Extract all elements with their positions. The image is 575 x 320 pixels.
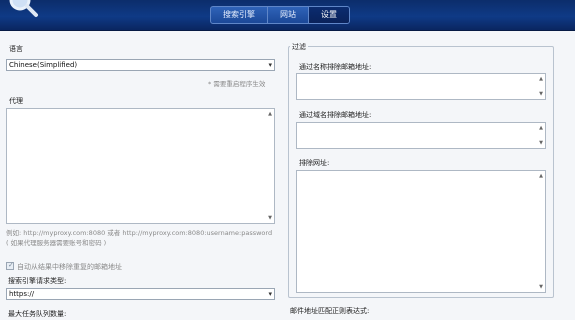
engine-request-type-value: https:// xyxy=(9,290,35,298)
scroll-down-icon[interactable]: ▼ xyxy=(268,215,272,221)
engine-request-type-select[interactable]: https:// ▾ xyxy=(6,288,275,300)
top-header-bar: 搜索引擎 网站 设置 xyxy=(0,0,575,31)
scroll-up-icon[interactable]: ▲ xyxy=(268,111,272,117)
exclude-urls-label: 排除网址: xyxy=(299,159,330,167)
email-regex-label: 邮件地址匹配正则表达式: xyxy=(290,307,370,315)
scroll-up-icon[interactable]: ▲ xyxy=(539,76,543,82)
scroll-down-icon[interactable]: ▼ xyxy=(539,91,543,97)
exclude-urls-textarea[interactable]: ▲ ▼ xyxy=(296,170,546,293)
auto-remove-checkbox[interactable]: ✓ xyxy=(6,261,14,270)
checkbox-check-icon: ✓ xyxy=(8,261,14,269)
exclude-by-name-label: 通过名称排除邮箱地址: xyxy=(299,63,372,71)
max-queue-label: 最大任务队列数量: xyxy=(8,310,67,318)
engine-request-type-label: 搜索引擎请求类型: xyxy=(8,277,67,285)
main-tabs: 搜索引擎 网站 设置 xyxy=(210,6,350,24)
magnifier-icon xyxy=(9,0,38,17)
language-select[interactable]: Chinese(Simplified) ▾ xyxy=(6,59,275,71)
proxy-example-hint: 例如: http://myproxy.com:8080 或者 http://my… xyxy=(6,229,273,247)
proxy-textarea[interactable]: ▲ ▼ xyxy=(6,108,275,224)
exclude-by-domain-textarea[interactable]: ▲ ▼ xyxy=(296,122,546,149)
tab-settings[interactable]: 设置 xyxy=(309,7,349,23)
auto-remove-label: 自动从结果中移除重复的邮箱地址 xyxy=(17,263,122,271)
language-label: 语言 xyxy=(9,45,23,53)
exclude-by-name-textarea[interactable]: ▲ ▼ xyxy=(296,73,546,100)
restart-hint: * 需要重启程序生效 xyxy=(208,80,266,88)
proxy-label: 代理 xyxy=(9,97,23,105)
language-select-value: Chinese(Simplified) xyxy=(9,61,78,69)
scroll-down-icon[interactable]: ▼ xyxy=(539,284,543,290)
exclude-by-domain-label: 通过域名排除邮箱地址: xyxy=(299,111,372,119)
tab-search-engines[interactable]: 搜索引擎 xyxy=(211,7,268,23)
tab-websites[interactable]: 网站 xyxy=(268,7,309,23)
dropdown-arrow-icon: ▾ xyxy=(268,61,272,69)
scroll-up-icon[interactable]: ▲ xyxy=(539,173,543,179)
scroll-up-icon[interactable]: ▲ xyxy=(539,125,543,131)
dropdown-arrow-icon: ▾ xyxy=(268,290,272,298)
filter-legend: 过滤 xyxy=(290,42,308,52)
scroll-down-icon[interactable]: ▼ xyxy=(539,140,543,146)
